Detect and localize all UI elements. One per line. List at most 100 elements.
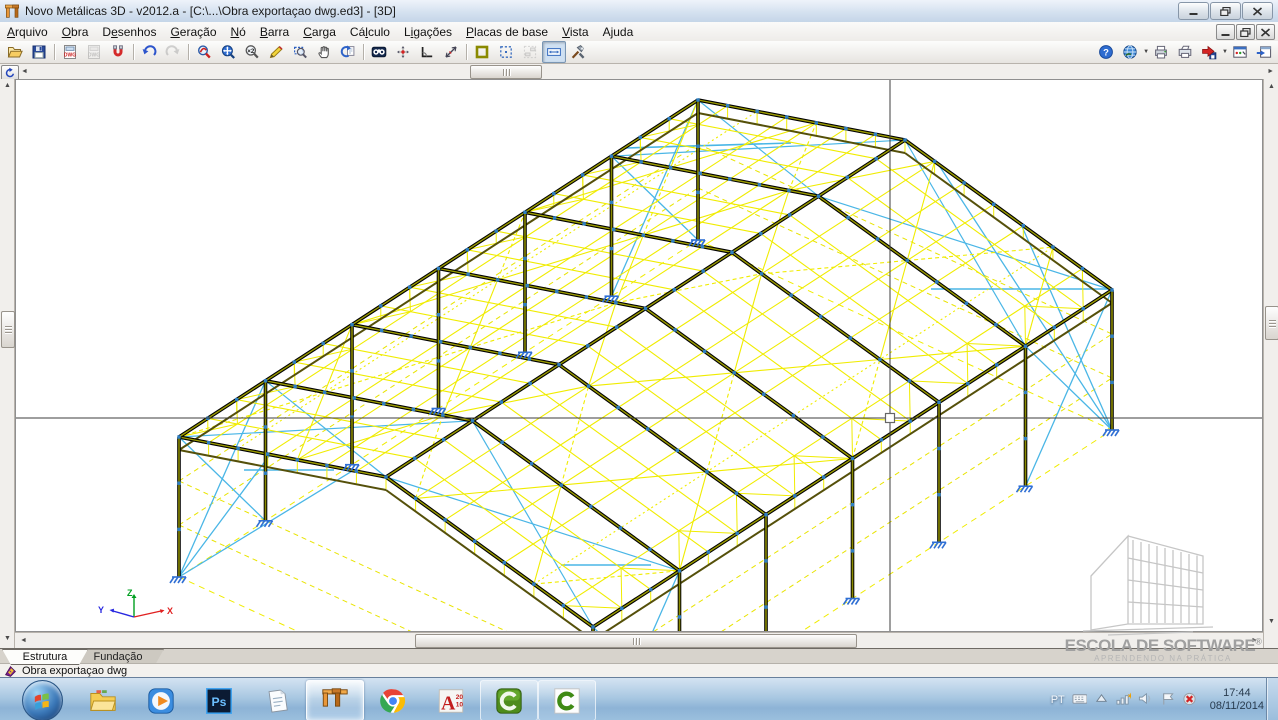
export-drawing-icon (1201, 44, 1217, 60)
structure-3d-view[interactable]: ZXY (16, 80, 1262, 631)
language-indicator[interactable]: PT (1051, 694, 1065, 706)
scroll-down-arrow[interactable]: ▼ (4, 635, 11, 642)
title-bar[interactable]: Novo Metálicas 3D - v2012.a - [C:\...\Ob… (0, 0, 1278, 23)
svg-text:10: 10 (456, 701, 464, 708)
left-scrollbar[interactable]: ▲ ▼ (0, 79, 15, 648)
menu-ajuda[interactable]: Ajuda (596, 23, 641, 41)
zoom-window-button[interactable] (288, 41, 312, 63)
menu-desenhos[interactable]: Desenhos (95, 23, 163, 41)
taskbar-autocad[interactable]: A2010 (422, 680, 480, 720)
move-node-button[interactable] (391, 41, 415, 63)
menu-barra[interactable]: Barra (253, 23, 296, 41)
svg-text:X: X (167, 606, 173, 616)
mdi-close-button[interactable] (1256, 24, 1275, 40)
export-dxf-dwg-button[interactable]: DWG (82, 41, 106, 63)
window-controls (1178, 2, 1273, 20)
export-drawing-button[interactable] (1197, 41, 1221, 63)
dimension-display-button[interactable] (542, 41, 566, 63)
scroll-right-arrow[interactable]: ► (1267, 68, 1274, 75)
menu-no[interactable]: Nó (224, 23, 253, 41)
zoom-x2-button[interactable]: ×2 (240, 41, 264, 63)
menu-arquivo[interactable]: Arquivo (0, 23, 55, 41)
drawing-board-button[interactable] (1228, 41, 1252, 63)
tray-volume-icon[interactable] (1138, 691, 1153, 709)
zoom-extents-icon (220, 44, 236, 60)
svg-text:A: A (441, 692, 456, 714)
bottom-scroll-handle[interactable] (415, 634, 857, 648)
taskbar-media-player[interactable] (132, 680, 190, 720)
web-globe-button[interactable] (1118, 41, 1142, 63)
scroll-right-arrow[interactable]: ► (1251, 637, 1258, 644)
orthogonal-mode-button[interactable] (415, 41, 439, 63)
taskbar-chrome[interactable] (364, 680, 422, 720)
menu-carga[interactable]: Carga (296, 23, 343, 41)
measure-dimension-button[interactable] (439, 41, 463, 63)
taskbar-windows-explorer[interactable] (74, 680, 132, 720)
dock-window-button[interactable] (1252, 41, 1276, 63)
pan-hand-button[interactable] (312, 41, 336, 63)
reference-grid-button[interactable] (518, 41, 542, 63)
left-scroll-handle[interactable] (1, 311, 15, 348)
tab-estrutura[interactable]: Estrutura (2, 649, 88, 665)
mdi-minimize-button[interactable] (1216, 24, 1235, 40)
print-preview-button[interactable] (1173, 41, 1197, 63)
tray-update-error-icon[interactable] (1182, 691, 1197, 709)
project-book-icon (4, 665, 17, 678)
tray-network-icon[interactable]: ✶ (1116, 691, 1131, 709)
taskbar-camtasia-studio[interactable] (538, 680, 596, 720)
menu-vista[interactable]: Vista (555, 23, 595, 41)
taskbar-metalicas-3d[interactable] (306, 680, 364, 720)
taskbar-clock[interactable]: 17:44 08/11/2014 (1210, 687, 1264, 713)
selection-box-button[interactable] (494, 41, 518, 63)
menu-calculo[interactable]: Cálculo (343, 23, 397, 41)
right-scroll-handle[interactable] (1265, 306, 1278, 340)
close-button[interactable] (1242, 2, 1273, 20)
undo-button[interactable] (137, 41, 161, 63)
svg-text:DWG: DWG (64, 52, 76, 58)
menu-geracao[interactable]: Geração (163, 23, 223, 41)
redraw-view-button[interactable] (336, 41, 360, 63)
sheet-tabs: Estrutura Fundação (0, 648, 1278, 664)
import-dxf-dwg-button[interactable]: DWG (58, 41, 82, 63)
taskbar-notepad[interactable] (248, 680, 306, 720)
structure-canvas[interactable]: ZXY (15, 79, 1263, 632)
print-button[interactable] (1149, 41, 1173, 63)
snap-magnet-button[interactable] (106, 41, 130, 63)
scroll-down-arrow[interactable]: ▼ (1268, 618, 1275, 625)
menu-obra[interactable]: Obra (55, 23, 96, 41)
open-file-button[interactable] (3, 41, 27, 63)
zoom-extents-button[interactable] (216, 41, 240, 63)
right-scrollbar[interactable]: ▲ ▼ (1263, 79, 1278, 648)
menu-placas-de-base[interactable]: Placas de base (459, 23, 555, 41)
minimize-button[interactable] (1178, 2, 1209, 20)
taskbar-photoshop[interactable]: Ps (190, 680, 248, 720)
search-binoculars-icon (371, 44, 387, 60)
tools-hammer-button[interactable] (566, 41, 590, 63)
window-title: Novo Metálicas 3D - v2012.a - [C:\...\Ob… (25, 4, 396, 18)
scroll-left-arrow[interactable]: ◄ (21, 68, 28, 75)
toolbar-separator (133, 44, 134, 60)
search-binoculars-button[interactable] (367, 41, 391, 63)
zoom-previous-button[interactable] (192, 41, 216, 63)
restore-button[interactable] (1210, 2, 1241, 20)
help-button[interactable]: ? (1094, 41, 1118, 63)
scroll-left-arrow[interactable]: ◄ (20, 637, 27, 644)
tray-hidden-icons-icon[interactable] (1094, 691, 1109, 709)
scroll-up-arrow[interactable]: ▲ (4, 82, 11, 89)
show-desktop-button[interactable] (1266, 678, 1278, 720)
edit-pencil-button[interactable] (264, 41, 288, 63)
save-file-button[interactable] (27, 41, 51, 63)
print-icon (1153, 44, 1169, 60)
menu-ligacoes[interactable]: Ligações (397, 23, 459, 41)
mdi-restore-button[interactable] (1236, 24, 1255, 40)
tray-keyboard-icon[interactable] (1072, 691, 1087, 709)
start-button[interactable] (22, 680, 63, 720)
tray-action-center-icon[interactable] (1160, 691, 1175, 709)
photoshop-icon: Ps (204, 686, 234, 716)
taskbar-camtasia-recorder[interactable] (480, 680, 538, 720)
orthogonal-mode-icon (419, 44, 435, 60)
redo-button[interactable] (161, 41, 185, 63)
top-scroll-handle[interactable] (470, 65, 542, 79)
scroll-up-arrow[interactable]: ▲ (1268, 83, 1275, 90)
section-box-button[interactable] (470, 41, 494, 63)
